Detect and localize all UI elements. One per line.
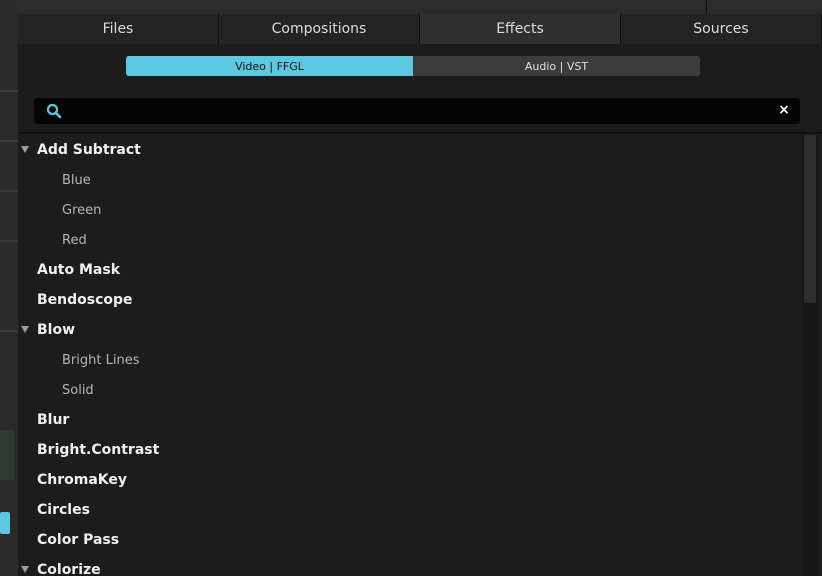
- strip-divider: [0, 330, 18, 332]
- effect-group-colorize[interactable]: Colorize: [18, 555, 802, 576]
- effect-label: Solid: [62, 382, 94, 398]
- effect-item-solid[interactable]: Solid: [18, 375, 802, 405]
- effect-label: Blur: [37, 412, 70, 428]
- search-icon: [46, 103, 62, 119]
- effect-item-bright-lines[interactable]: Bright Lines: [18, 345, 802, 375]
- effect-label: Green: [62, 202, 102, 218]
- effect-label: Circles: [37, 502, 90, 518]
- triangle-down-icon[interactable]: [21, 566, 29, 573]
- close-icon[interactable]: ×: [776, 102, 792, 118]
- effects-list: Add Subtract Blue Green Red Auto Mask Be…: [18, 135, 802, 576]
- effect-label: Color Pass: [37, 532, 120, 548]
- window-top-separator: [706, 0, 707, 14]
- search-divider: [18, 132, 822, 134]
- effect-label: Auto Mask: [37, 262, 121, 278]
- search-bar: ×: [34, 98, 800, 124]
- scrollbar-thumb[interactable]: [804, 135, 816, 303]
- browser-tabs: Files Compositions Effects Sources: [18, 14, 822, 44]
- effect-item-bright-contrast[interactable]: Bright.Contrast: [18, 435, 802, 465]
- search-input[interactable]: [70, 101, 774, 123]
- effect-item-auto-mask[interactable]: Auto Mask: [18, 255, 802, 285]
- effect-item-red[interactable]: Red: [18, 225, 802, 255]
- strip-divider: [0, 190, 18, 192]
- window-top-bar: [18, 0, 822, 14]
- effect-group-blow[interactable]: Blow: [18, 315, 802, 345]
- strip-divider: [0, 140, 18, 142]
- triangle-down-icon[interactable]: [21, 146, 29, 153]
- effect-item-bendoscope[interactable]: Bendoscope: [18, 285, 802, 315]
- strip-accent-button[interactable]: [0, 512, 10, 534]
- effect-item-chromakey[interactable]: ChromaKey: [18, 465, 802, 495]
- tab-sources[interactable]: Sources: [621, 14, 822, 44]
- effect-item-green[interactable]: Green: [18, 195, 802, 225]
- strip-divider: [0, 240, 18, 242]
- effect-label: Bendoscope: [37, 292, 133, 308]
- effect-label: Colorize: [37, 562, 101, 576]
- effect-type-toggle: Video | FFGL Audio | VST: [126, 56, 700, 76]
- audio-vst-toggle[interactable]: Audio | VST: [413, 56, 700, 76]
- effect-label: Bright Lines: [62, 352, 140, 368]
- effect-label: Blow: [37, 322, 76, 338]
- strip-clip-thumbnail: [0, 430, 14, 480]
- effect-label: Red: [62, 232, 87, 248]
- effect-item-blur[interactable]: Blur: [18, 405, 802, 435]
- effect-item-blue[interactable]: Blue: [18, 165, 802, 195]
- effect-item-circles[interactable]: Circles: [18, 495, 802, 525]
- effect-label: Blue: [62, 172, 91, 188]
- effect-group-add-subtract[interactable]: Add Subtract: [18, 135, 802, 165]
- tab-compositions[interactable]: Compositions: [219, 14, 420, 44]
- effect-label: ChromaKey: [37, 472, 128, 488]
- tab-files[interactable]: Files: [18, 14, 219, 44]
- adjacent-panel-strip: [0, 0, 19, 576]
- effect-label: Bright.Contrast: [37, 442, 160, 458]
- effect-label: Add Subtract: [37, 142, 141, 158]
- strip-divider: [0, 90, 18, 92]
- effect-item-color-pass[interactable]: Color Pass: [18, 525, 802, 555]
- video-ffgl-toggle[interactable]: Video | FFGL: [126, 56, 413, 76]
- tab-effects[interactable]: Effects: [420, 14, 621, 44]
- browser-panel: Files Compositions Effects Sources Video…: [18, 14, 822, 576]
- triangle-down-icon[interactable]: [21, 326, 29, 333]
- effects-scrollbar[interactable]: [802, 135, 818, 576]
